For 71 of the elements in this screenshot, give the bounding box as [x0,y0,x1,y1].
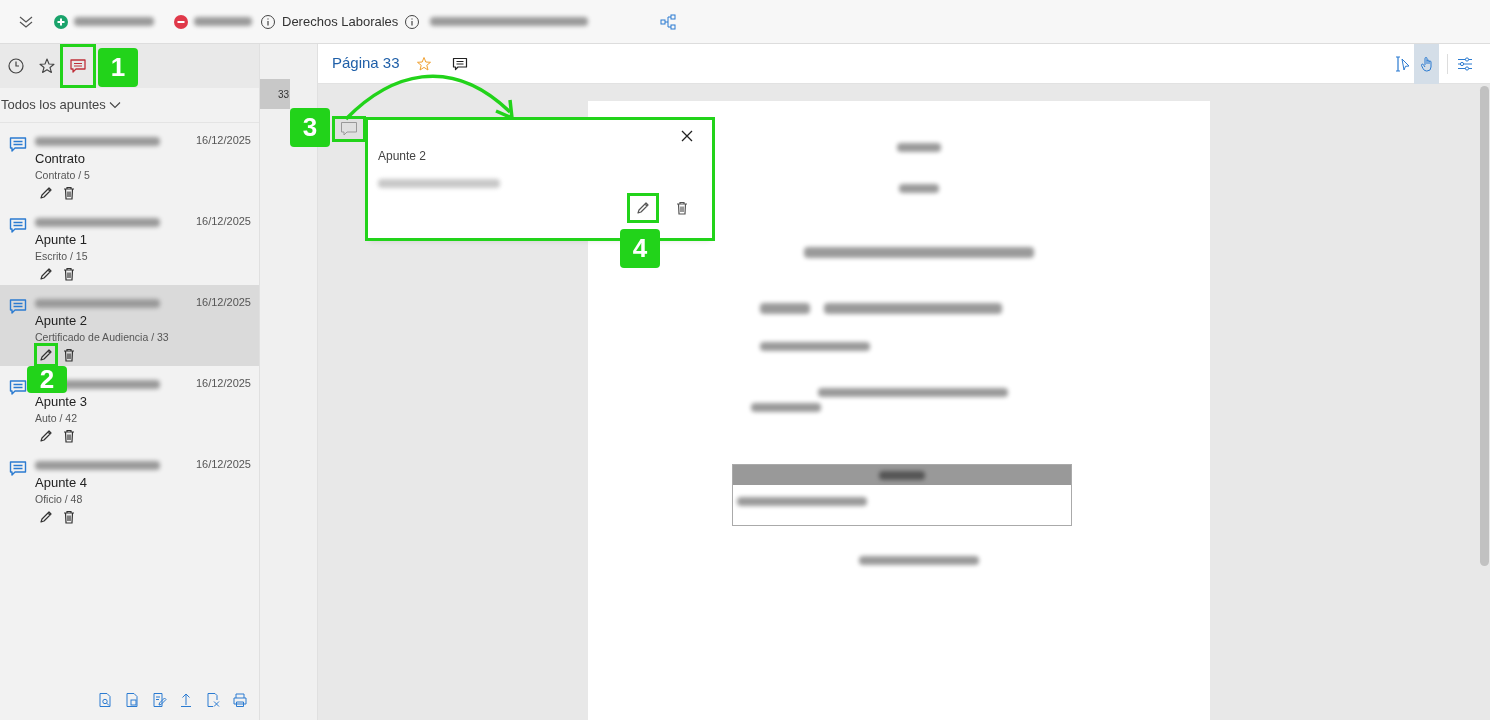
upload-icon[interactable] [178,692,194,708]
trash-icon[interactable] [61,185,77,201]
blurred-text [760,303,810,314]
note-title: Apunte 4 [35,474,89,492]
note-date: 16/12/2025 [195,294,251,310]
chevron-down-icon [108,101,121,109]
search-document-icon[interactable] [97,692,113,708]
settings-icon[interactable] [1456,54,1474,73]
note-title: Contrato [35,150,86,168]
clock-icon [7,57,25,75]
blurred-text [194,17,252,26]
step-badge: 2 [27,366,67,393]
trash-icon[interactable] [61,347,77,363]
hierarchy-icon[interactable] [660,13,677,30]
step-badge: 3 [290,108,330,147]
star-icon [38,57,56,75]
step-badge: 1 [98,48,138,87]
popup-title: Apunte 2 [378,148,428,165]
note-source: Contrato / 5 [35,168,91,182]
trash-icon[interactable] [61,428,77,444]
comment-icon [9,217,27,234]
page-marker[interactable]: 33 [260,79,290,109]
document-icon[interactable] [124,692,140,708]
comment-icon [9,379,27,396]
info-icon[interactable] [404,13,421,30]
star-icon[interactable] [415,55,432,72]
note-date: 16/12/2025 [195,132,251,148]
blurred-text [899,184,939,193]
note-date: 16/12/2025 [195,375,251,391]
minus-circle-icon [174,14,188,29]
case-subject: Derechos Laborales [282,12,399,31]
print-icon[interactable] [232,692,248,708]
collapse-icon[interactable] [18,14,34,29]
trash-icon[interactable] [61,266,77,282]
edit-button[interactable] [630,196,656,220]
blurred-text [751,403,821,412]
comment-icon [9,136,27,153]
note-source: Escrito / 15 [35,249,89,263]
comment-icon [69,57,87,75]
pencil-icon [635,200,651,216]
export-document-icon[interactable] [205,692,221,708]
step-badge: 4 [620,229,660,268]
trash-icon[interactable] [61,509,77,525]
blurred-text [879,470,925,480]
close-icon[interactable] [680,129,694,143]
blurred-text [897,143,941,152]
pencil-icon[interactable] [38,266,54,282]
pencil-icon[interactable] [38,428,54,444]
note-title: Apunte 1 [35,231,89,249]
note-source: Oficio / 48 [35,492,84,506]
note-title: Apunte 2 [35,312,89,330]
comment-icon [340,121,358,137]
edit-document-icon[interactable] [151,692,167,708]
info-icon[interactable] [260,13,276,30]
note-source: Auto / 42 [35,411,79,425]
note-source: Certificado de Audiencia / 33 [35,330,170,344]
comment-marker[interactable] [335,119,363,139]
pencil-icon[interactable] [38,185,54,201]
scrollbar-thumb[interactable] [1480,86,1489,566]
note-title: Apunte 3 [35,393,89,411]
note-date: 16/12/2025 [195,456,251,472]
plus-circle-icon [54,14,68,29]
filter-dropdown[interactable]: Todos los apuntes [0,88,259,122]
comment-icon[interactable] [451,55,468,72]
note-item[interactable]: 16/12/2025 Apunte 2 Certificado de Audiencia / 33 [0,285,259,366]
page-title: Página 33 [332,53,400,74]
comment-icon [9,298,27,315]
note-date: 16/12/2025 [195,213,251,229]
comment-icon [9,460,27,477]
trash-icon[interactable] [674,200,690,216]
pencil-icon[interactable] [38,509,54,525]
